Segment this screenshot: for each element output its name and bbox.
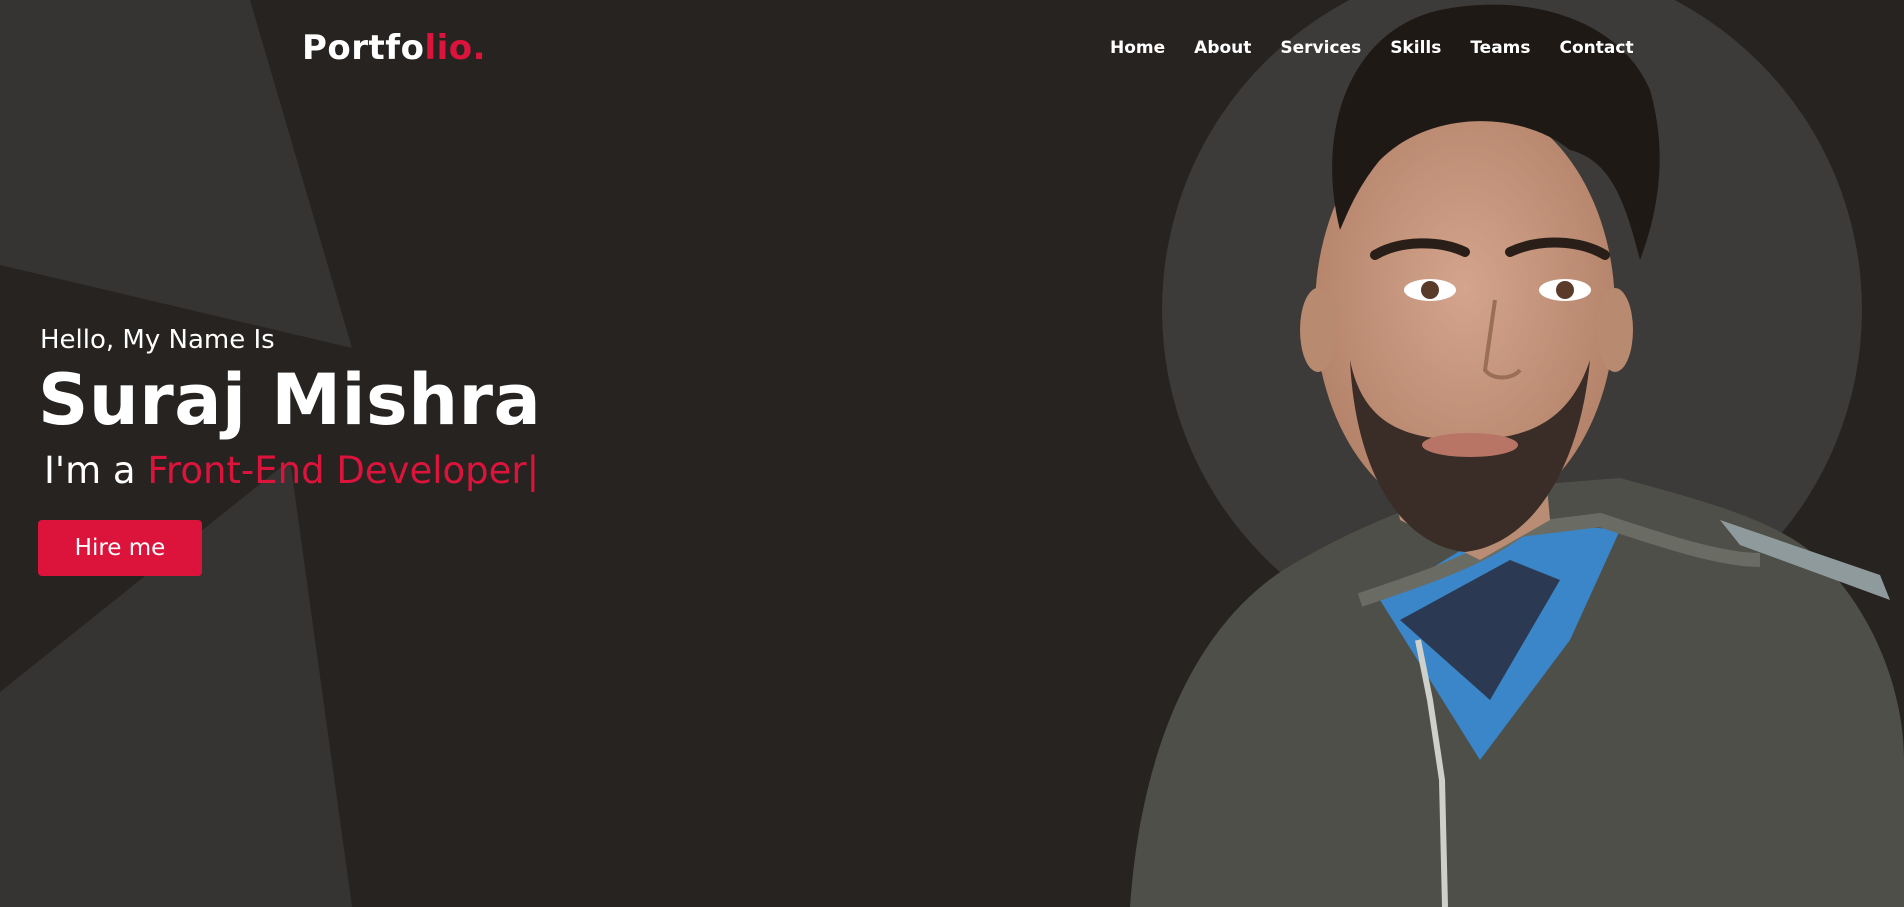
hero-greeting: Hello, My Name Is bbox=[40, 325, 275, 355]
nav-home[interactable]: Home bbox=[1110, 38, 1165, 58]
logo-link[interactable]: Portfolio. bbox=[302, 28, 486, 68]
nav-services[interactable]: Services bbox=[1280, 38, 1361, 58]
photo-ear-left bbox=[1300, 288, 1336, 372]
profile-photo bbox=[1130, 0, 1904, 907]
nav-contact[interactable]: Contact bbox=[1560, 38, 1634, 58]
logo-text: Portfo bbox=[302, 28, 425, 68]
hero-section: Hello, My Name Is Suraj Mishra I'm a Fro… bbox=[38, 325, 541, 576]
hero-role-typed: Front-End Developer| bbox=[147, 449, 540, 492]
hero-role-prefix: I'm a bbox=[44, 449, 148, 492]
nav-links: Home About Services Skills Teams Contact bbox=[1110, 38, 1663, 58]
hero-name: Suraj Mishra bbox=[38, 359, 542, 441]
nav-about[interactable]: About bbox=[1194, 38, 1251, 58]
photo-mouth bbox=[1422, 433, 1518, 457]
photo-ear-right bbox=[1597, 288, 1633, 372]
navbar: Portfolio. Home About Services Skills Te… bbox=[0, 0, 1904, 100]
hero-role: I'm a Front-End Developer| bbox=[44, 449, 541, 492]
nav-skills[interactable]: Skills bbox=[1390, 38, 1441, 58]
logo-accent: lio. bbox=[424, 28, 487, 68]
nav-teams[interactable]: Teams bbox=[1470, 38, 1530, 58]
hire-me-button[interactable]: Hire me bbox=[38, 520, 202, 576]
portfolio-page: Portfolio. Home About Services Skills Te… bbox=[0, 0, 1904, 907]
